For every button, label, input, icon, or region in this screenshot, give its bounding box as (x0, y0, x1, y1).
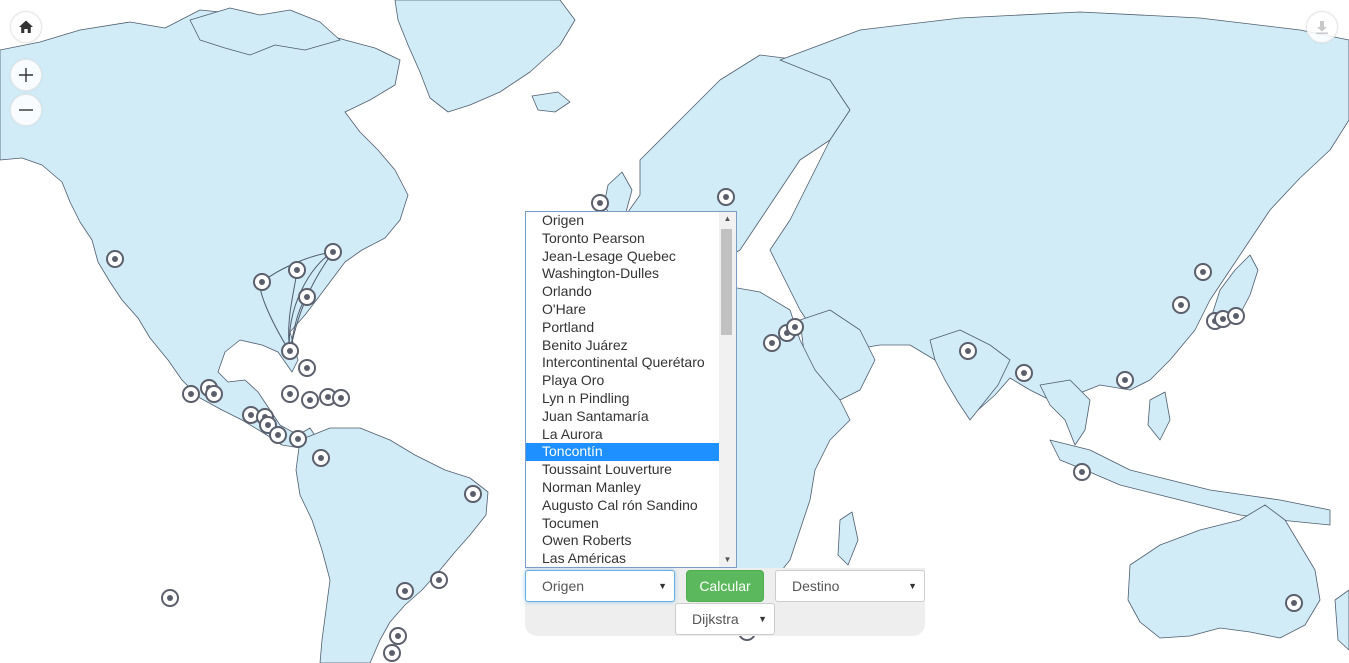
airport-marker (1227, 307, 1245, 325)
airport-marker (205, 385, 223, 403)
algorithm-select[interactable]: Dijkstra ▼ (675, 603, 775, 635)
airport-marker (717, 188, 735, 206)
airport-option[interactable]: Tocumen (526, 515, 720, 533)
airport-marker (332, 389, 350, 407)
zoom-out-button[interactable] (10, 94, 42, 126)
export-button[interactable] (1306, 11, 1338, 43)
airport-option[interactable]: La Aurora (526, 426, 720, 444)
airport-marker (763, 334, 781, 352)
airport-option[interactable]: Playa Oro (526, 372, 720, 390)
airport-marker (253, 273, 271, 291)
airport-marker (464, 485, 482, 503)
destination-select[interactable]: Destino ▼ (775, 570, 925, 602)
airport-marker (1172, 296, 1190, 314)
airport-option[interactable]: Toussaint Louverture (526, 461, 720, 479)
airport-option[interactable]: Origen (526, 212, 720, 230)
destination-select-value: Destino (792, 578, 840, 594)
airport-marker (430, 571, 448, 589)
airport-marker (1194, 263, 1212, 281)
airport-marker (959, 342, 977, 360)
airport-marker (298, 359, 316, 377)
airport-option[interactable]: Portland (526, 319, 720, 337)
airport-marker (786, 318, 804, 336)
download-icon (1316, 21, 1328, 34)
airport-marker (1015, 364, 1033, 382)
airport-marker (288, 261, 306, 279)
airport-marker (591, 194, 609, 212)
zoom-in-button[interactable] (10, 59, 42, 91)
airport-option[interactable]: Washington-Dulles (526, 265, 720, 283)
airport-option[interactable]: Lyn n Pindling (526, 390, 720, 408)
airport-option[interactable]: Toncontín (526, 443, 720, 462)
chevron-down-icon: ▼ (758, 614, 767, 624)
airport-marker (324, 243, 342, 261)
airport-option[interactable]: Orlando (526, 283, 720, 301)
home-button[interactable] (10, 11, 42, 43)
airport-marker (269, 426, 287, 444)
airport-marker (396, 582, 414, 600)
airport-option[interactable]: Las Américas (526, 550, 720, 567)
chevron-down-icon: ▼ (658, 581, 667, 591)
airport-option[interactable]: O'Hare (526, 301, 720, 319)
airport-marker (1073, 463, 1091, 481)
airport-option[interactable]: Owen Roberts (526, 532, 720, 550)
airport-marker (298, 288, 316, 306)
origin-dropdown-list[interactable]: Origen Toronto Pearson Jean-Lesage Quebec W… (525, 211, 737, 568)
airport-options: Origen Toronto Pearson Jean-Lesage Quebec W… (526, 212, 720, 567)
airport-marker (289, 430, 307, 448)
route-panel: Origen ▼ Calcular Destino ▼ Dijkstra ▼ (525, 568, 925, 636)
airport-option[interactable]: Juan Santamaría (526, 408, 720, 426)
scroll-up-icon[interactable]: ▲ (719, 212, 736, 226)
airport-marker (1285, 594, 1303, 612)
airport-marker (389, 627, 407, 645)
airport-marker (281, 342, 299, 360)
chevron-down-icon: ▼ (908, 581, 917, 591)
airport-marker (161, 589, 179, 607)
list-scrollbar[interactable]: ▲ ▼ (719, 212, 736, 567)
minus-icon (19, 109, 33, 111)
origin-select-value: Origen (542, 578, 585, 594)
scrollbar-thumb[interactable] (721, 229, 732, 335)
airport-marker (312, 449, 330, 467)
plus-icon (19, 68, 33, 82)
airport-option[interactable]: Jean-Lesage Quebec (526, 248, 720, 266)
scroll-down-icon[interactable]: ▼ (719, 553, 736, 567)
airport-option[interactable]: Augusto Cal rón Sandino (526, 497, 720, 515)
airport-option[interactable]: Norman Manley (526, 479, 720, 497)
airport-marker (281, 385, 299, 403)
algorithm-select-value: Dijkstra (692, 611, 739, 627)
airport-marker (301, 391, 319, 409)
airport-option[interactable]: Intercontinental Querétaro (526, 354, 720, 372)
airport-marker (383, 644, 401, 662)
calculate-button[interactable]: Calcular (686, 570, 764, 602)
airport-option[interactable]: Benito Juárez (526, 337, 720, 355)
airport-marker (182, 385, 200, 403)
origin-select[interactable]: Origen ▼ (525, 570, 675, 602)
airport-marker (106, 250, 124, 268)
airport-option[interactable]: Toronto Pearson (526, 230, 720, 248)
home-icon (19, 20, 33, 33)
airport-marker (1116, 371, 1134, 389)
